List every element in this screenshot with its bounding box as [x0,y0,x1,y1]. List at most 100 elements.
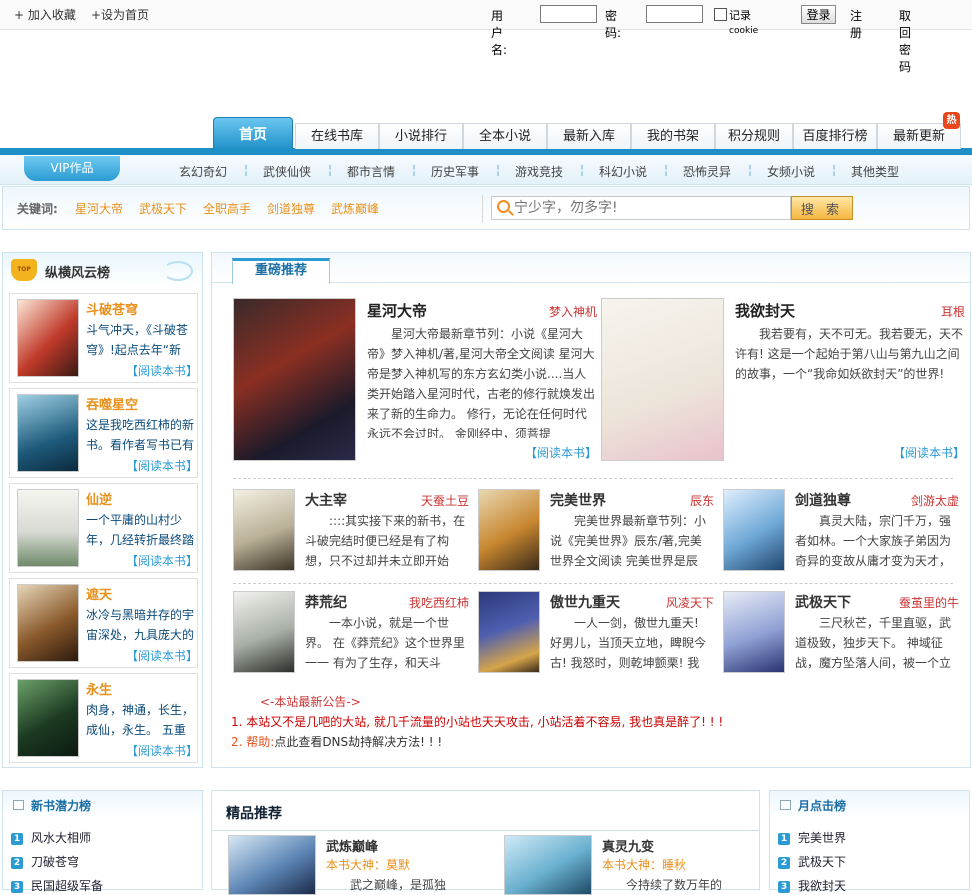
notice-item[interactable]: 1. 本站又不是几吧的大站, 就几千流量的小站也天天攻击, 小站活着不容易, 我… [231,713,723,730]
book-author[interactable]: 蚕茧里的牛 [899,594,959,611]
read-book-link[interactable]: 【阅读本书】 [126,742,198,759]
login-button[interactable]: 登录 [801,5,836,24]
category-game[interactable]: 游戏竞技 [515,163,563,180]
search-input[interactable] [514,198,784,218]
book-author[interactable]: 辰东 [690,492,714,509]
book-title[interactable]: 傲世九重天 [550,592,620,612]
password-label: 密 码: [605,9,622,40]
book-cover[interactable] [17,394,79,472]
keyword-link[interactable]: 全职高手 [203,200,251,217]
book-title[interactable]: 完美世界 [550,490,606,510]
add-favorite-link[interactable]: + 加入收藏 [14,6,76,23]
book-cover[interactable] [17,584,79,662]
book-cover[interactable] [17,299,79,377]
book-title[interactable]: 仙逆 [86,489,112,508]
book-author[interactable]: 梦入神机 [549,303,597,320]
nav-tab-new[interactable]: 最新入库 [547,123,631,149]
separator: ¦ [496,163,501,177]
book-author[interactable]: 剑游太虚 [911,492,959,509]
notice-help-text: 点此查看DNS劫持解决方法! ! ! [274,735,443,749]
book-cover[interactable] [723,489,785,571]
book-title[interactable]: 大主宰 [305,490,347,510]
nav-tab-home[interactable]: 首页 [213,117,293,150]
book-title[interactable]: 武极天下 [795,592,851,612]
book-title[interactable]: 吞噬星空 [86,394,138,413]
book-desc: 完美世界最新章节列：小说《完美世界》辰东/著,完美世界全文阅读 完美世界是辰 [550,514,707,568]
rank-title: 刀破苍穹 [31,855,80,869]
book-cover[interactable] [601,298,724,461]
book-title[interactable]: 真灵九变 [602,836,654,855]
category-history[interactable]: 历史军事 [431,163,479,180]
read-book-link[interactable]: 【阅读本书】 [126,552,198,569]
book-title[interactable]: 莽荒纪 [305,592,347,612]
book-cover[interactable] [478,591,540,673]
rank-item[interactable]: 1 完美世界 [778,829,846,846]
book-title[interactable]: 遮天 [86,584,112,603]
rank-item[interactable]: 3 民国超级军备 [11,877,103,894]
book-cover[interactable] [723,591,785,673]
book-title[interactable]: 永生 [86,679,112,698]
book-cover[interactable] [233,489,295,571]
vip-works-tab[interactable]: VIP作品 [24,156,120,181]
read-book-link[interactable]: 【阅读本书】 [126,647,198,664]
hot-badge: 热 [943,112,960,129]
search-button[interactable]: 搜 索 [791,196,853,220]
book-title[interactable]: 星河大帝 [367,300,427,321]
book-cover[interactable] [504,835,592,895]
rank-item[interactable]: 3 我欲封天 [778,877,846,894]
featured-panel: 重磅推荐 星河大帝 梦入神机 星河大帝最新章节列：小说《星河大帝》梦入神机/著,… [211,252,971,768]
keyword-link[interactable]: 武炼巅峰 [331,200,379,217]
book-title[interactable]: 斗破苍穹 [86,299,138,318]
book-author[interactable]: 耳根 [941,303,965,320]
category-urban[interactable]: 都市言情 [347,163,395,180]
set-homepage-link[interactable]: +设为首页 [91,6,149,23]
rank-title: 风水大相师 [31,831,92,845]
read-book-link[interactable]: 【阅读本书】 [126,362,198,379]
book-author[interactable]: 风凌天下 [666,594,714,611]
category-scifi[interactable]: 科幻小说 [599,163,647,180]
book-author[interactable]: 天蚕土豆 [421,492,469,509]
ranking-book: 永生 肉身，神通，长生，成仙，永生。 五重 【阅读本书】 [9,673,198,763]
category-female[interactable]: 女频小说 [767,163,815,180]
read-book-link[interactable]: 【阅读本书】 [525,444,597,461]
book-cover[interactable] [233,298,356,461]
book-author[interactable]: 我吃西红柿 [409,594,469,611]
nav-tab-ranking[interactable]: 小说排行 [379,123,463,149]
book-title[interactable]: 我欲封天 [735,300,795,321]
password-input[interactable] [646,5,703,23]
remember-checkbox[interactable] [714,8,727,21]
ranking-book: 遮天 冰冷与黑暗并存的宇宙深处，九具庞大的 【阅读本书】 [9,578,198,668]
keyword-link[interactable]: 武极天下 [139,200,187,217]
nav-tab-points[interactable]: 积分规则 [715,123,793,149]
username-input[interactable] [540,5,597,23]
remember-text: 记录 [729,9,751,22]
category-xuanhuan[interactable]: 玄幻奇幻 [179,163,227,180]
register-link[interactable]: 注册 [850,7,862,41]
tab-featured[interactable]: 重磅推荐 [232,258,330,284]
keyword-link[interactable]: 星河大帝 [75,200,123,217]
category-horror[interactable]: 恐怖灵异 [683,163,731,180]
rank-item[interactable]: 2 武极天下 [778,853,846,870]
nav-tab-library[interactable]: 在线书库 [295,123,379,149]
notice-item[interactable]: 2. 帮助:点此查看DNS劫持解决方法! ! ! [231,733,442,750]
nav-tab-complete[interactable]: 全本小说 [463,123,547,149]
book-cover[interactable] [478,489,540,571]
rank-item[interactable]: 1 风水大相师 [11,829,91,846]
forgot-password-link[interactable]: 取回密码 [899,7,911,75]
book-cover[interactable] [233,591,295,673]
category-other[interactable]: 其他类型 [851,163,899,180]
nav-tab-bookshelf[interactable]: 我的书架 [631,123,715,149]
book-cover[interactable] [228,835,316,895]
read-book-link[interactable]: 【阅读本书】 [126,457,198,474]
book-title[interactable]: 剑道独尊 [795,490,851,510]
read-book-link[interactable]: 【阅读本书】 [893,444,965,461]
rank-item[interactable]: 2 刀破苍穹 [11,853,79,870]
nav-tab-baidu-rank[interactable]: 百度排行榜 [793,123,877,149]
book-cover[interactable] [17,679,79,757]
category-wuxia[interactable]: 武侠仙侠 [263,163,311,180]
rank-title: 民国超级军备 [31,879,104,893]
book-cover[interactable] [17,489,79,567]
search-icon [497,200,510,213]
keyword-link[interactable]: 剑道独尊 [267,200,315,217]
book-title[interactable]: 武炼巅峰 [326,836,378,855]
